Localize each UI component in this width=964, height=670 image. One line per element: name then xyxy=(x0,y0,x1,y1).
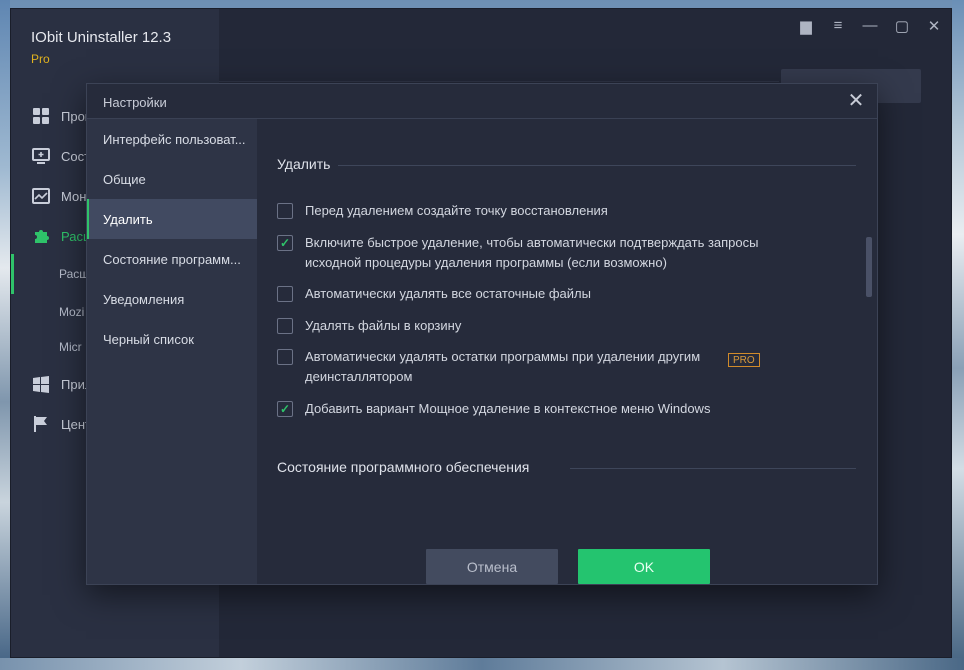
puzzle-icon xyxy=(31,226,51,246)
nav-active-indicator xyxy=(11,254,14,294)
option-label: Включите быстрое удаление, чтобы автомат… xyxy=(305,235,759,270)
option-label: Удалять файлы в корзину xyxy=(305,318,462,333)
option-recycle-bin[interactable]: Удалять файлы в корзину xyxy=(277,316,797,336)
option-other-uninstaller-leftovers[interactable]: Автоматически удалять остатки программы … xyxy=(277,347,777,387)
tab-software-health[interactable]: Состояние программ... xyxy=(87,239,257,279)
option-label: Автоматически удалять все остаточные фай… xyxy=(305,286,591,301)
tab-general[interactable]: Общие xyxy=(87,159,257,199)
tab-user-interface[interactable]: Интерфейс пользоват... xyxy=(87,119,257,159)
nav-item-extensions[interactable]: Расш xyxy=(31,225,93,247)
tab-notifications[interactable]: Уведомления xyxy=(87,279,257,319)
section-divider xyxy=(570,468,856,469)
menu-icon[interactable]: ≡ xyxy=(829,17,847,35)
nav-item-action-center[interactable]: Цент xyxy=(31,413,91,435)
nav-label: Мон xyxy=(61,188,87,204)
app-edition: Pro xyxy=(31,52,50,66)
divider xyxy=(219,81,779,82)
settings-dialog: Настройки ✕ Интерфейс пользоват... Общие… xyxy=(86,83,878,585)
desktop-background-left xyxy=(0,0,10,670)
subnav-item[interactable]: Micr xyxy=(59,340,82,354)
section-title-uninstall: Удалить xyxy=(277,156,331,172)
settings-content: Удалить Перед удалением создайте точку в… xyxy=(258,119,878,584)
option-label: Перед удалением создайте точку восстанов… xyxy=(305,203,608,218)
nav-item-programs[interactable]: Прог xyxy=(31,105,90,127)
checkbox[interactable]: ✓ xyxy=(277,401,293,417)
desktop-background-right xyxy=(952,0,964,670)
dialog-title: Настройки xyxy=(103,95,167,110)
section-title-software-health: Состояние программного обеспечения xyxy=(277,459,530,475)
close-icon[interactable]: ✕ xyxy=(925,17,943,35)
windows-icon xyxy=(31,374,51,394)
option-label: Добавить вариант Мощное удаление в конте… xyxy=(305,401,711,416)
minimize-icon[interactable]: — xyxy=(861,17,879,35)
option-context-menu[interactable]: ✓ Добавить вариант Мощное удаление в кон… xyxy=(277,399,797,419)
option-auto-remove-leftovers[interactable]: Автоматически удалять все остаточные фай… xyxy=(277,284,797,304)
grid-icon xyxy=(31,106,51,126)
tab-blacklist[interactable]: Черный список xyxy=(87,319,257,359)
toolbox-icon[interactable]: ▆ xyxy=(797,17,815,35)
checkbox[interactable] xyxy=(277,286,293,302)
desktop-background-bottom xyxy=(0,658,964,670)
nav-item-status[interactable]: Сост xyxy=(31,145,90,167)
option-restore-point[interactable]: Перед удалением создайте точку восстанов… xyxy=(277,201,797,221)
nav-item-monitor[interactable]: Мон xyxy=(31,185,86,207)
monitor-icon xyxy=(31,146,51,166)
ok-button[interactable]: OK xyxy=(578,549,710,584)
tab-uninstall[interactable]: Удалить xyxy=(87,199,257,239)
subnav-item[interactable]: Расш xyxy=(59,267,89,281)
option-quick-uninstall[interactable]: ✓ Включите быстрое удаление, чтобы автом… xyxy=(277,233,797,273)
pro-badge: PRO xyxy=(728,353,760,367)
checkbox[interactable]: ✓ xyxy=(277,235,293,251)
app-title: IObit Uninstaller 12.3 xyxy=(31,29,172,46)
settings-tabs: Интерфейс пользоват... Общие Удалить Сос… xyxy=(87,119,257,584)
checkbox[interactable] xyxy=(277,203,293,219)
cancel-button[interactable]: Отмена xyxy=(426,549,558,584)
checkbox[interactable] xyxy=(277,349,293,365)
subnav-item[interactable]: Mozi xyxy=(59,305,84,319)
scrollbar-thumb[interactable] xyxy=(866,237,872,297)
maximize-icon[interactable]: ▢ xyxy=(893,17,911,35)
window-controls: ▆ ≡ — ▢ ✕ xyxy=(797,17,943,35)
option-label: Автоматически удалять остатки программы … xyxy=(305,349,701,384)
close-icon[interactable]: ✕ xyxy=(845,90,867,112)
chart-icon xyxy=(31,186,51,206)
section-divider xyxy=(338,165,856,166)
nav-item-windows-apps[interactable]: Прил xyxy=(31,373,92,395)
flag-icon xyxy=(31,414,51,434)
option-text: Автоматически удалять остатки программы … xyxy=(305,347,777,387)
checkbox[interactable] xyxy=(277,318,293,334)
